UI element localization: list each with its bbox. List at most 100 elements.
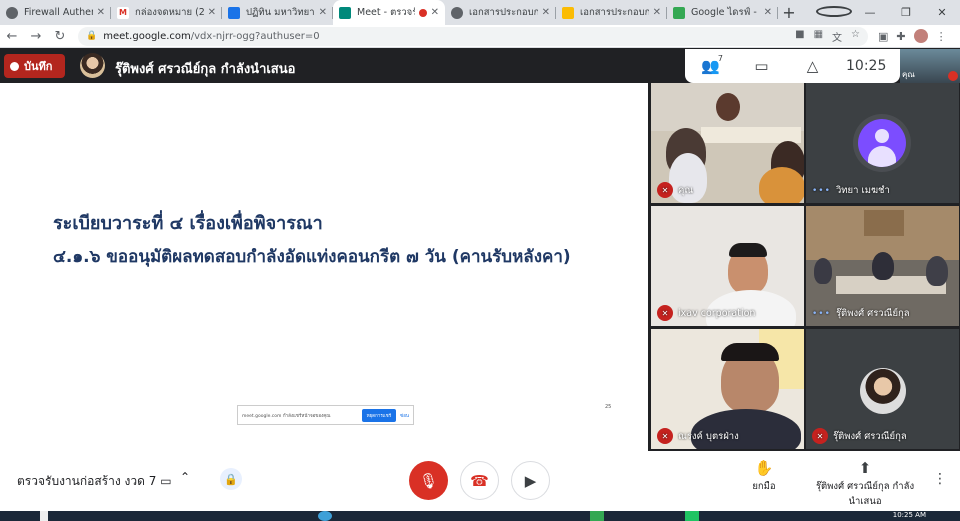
chevron-up-icon[interactable]: ⌃ — [180, 470, 190, 484]
extensions-area: ▣ ✚ ⋮ — [878, 29, 947, 43]
participant-count: 7 — [717, 54, 723, 63]
raise-hand-button[interactable]: ✋ ยกมือ — [748, 459, 780, 494]
qr-code-icon[interactable]: ▦ — [814, 29, 823, 44]
chat-icon: ▭ — [754, 57, 769, 75]
camera-in-use-icon[interactable]: ■ — [795, 29, 804, 44]
profile-avatar[interactable] — [913, 29, 928, 43]
tab-doc-1[interactable]: เอกสารประกอบการป ✕ — [445, 0, 556, 25]
participant-avatar — [853, 114, 911, 172]
drive-icon — [562, 6, 574, 19]
screen-share-bar: meet.google.com กำลังแชร์หน้าจอของคุณ หย… — [237, 405, 414, 425]
camera-icon: ▶ — [524, 471, 537, 490]
close-tab-icon[interactable]: ✕ — [653, 7, 661, 18]
leave-call-button[interactable]: ☎ — [460, 461, 499, 500]
recording-label: บันทึก — [24, 60, 53, 73]
tab-firewall[interactable]: Firewall Authenticati ✕ — [0, 0, 111, 25]
close-tab-icon[interactable]: ✕ — [319, 7, 327, 18]
participant-tile[interactable]: ✕ ixav corporation — [651, 206, 804, 326]
self-view-label: คุณ — [902, 70, 915, 79]
chat-button[interactable]: ▭ — [736, 57, 787, 75]
reload-icon[interactable]: ↻ — [48, 29, 72, 44]
meeting-title-button[interactable]: ตรวจรับงานก่อสร้าง งวด 7 ▭ — [17, 472, 172, 491]
participant-tile[interactable]: ••• วิทยา เมฆชำ — [806, 83, 959, 203]
taskbar-app-icon[interactable] — [318, 511, 332, 521]
muted-mic-icon: ✕ — [657, 182, 673, 198]
participant-tile[interactable]: ••• รุ๊ติพงศ์ ศรวณีย์กุล — [806, 206, 959, 326]
presentation-screen: ระเบียบวาระที่ ๔ เรื่องเพื่อพิจารณา ๔.๑.… — [0, 83, 648, 451]
participant-name: วิทยา เมฆชำ — [835, 185, 890, 196]
drive-icon — [673, 6, 685, 19]
close-tab-icon[interactable]: ✕ — [97, 7, 105, 18]
captions-icon: ▭ — [160, 474, 172, 488]
participant-name: รุ๊ติพงศ์ ศรวณีย์กุล — [833, 430, 907, 442]
recording-button[interactable]: บันทึก — [4, 54, 65, 78]
mic-off-icon: 🎙 — [418, 471, 439, 490]
participant-name: ixav corporation — [678, 307, 756, 319]
tab-meet[interactable]: Meet - ตรวจรั ✕ — [333, 0, 445, 25]
presenter-button[interactable]: ⬆ รุ๊ติพงศ์ ศรวณีย์กุล กำลังนำเสนอ — [812, 459, 918, 509]
tab-gmail[interactable]: M กล่องจดหมาย (2,00 ✕ — [111, 0, 222, 25]
browser-toolbar: ← → ↻ 🔒 meet.google.com/vdx-njrr-ogg?aut… — [0, 25, 960, 48]
start-icon[interactable] — [40, 511, 48, 521]
speaking-indicator-icon: ••• — [812, 185, 831, 196]
taskbar-app-icon[interactable] — [590, 511, 604, 521]
recording-indicator-icon — [418, 8, 427, 17]
translate-icon[interactable]: 文 — [832, 29, 842, 44]
presenter-label: รุ๊ติพงศ์ ศรวณีย์กุล กำลังนำเสนอ — [815, 481, 915, 507]
participant-tile[interactable]: ✕ ณรงค์ บุตรฝ่าง — [651, 329, 804, 449]
self-view-thumbnail[interactable]: คุณ — [900, 49, 960, 83]
raise-hand-label: ยกมือ — [752, 481, 776, 492]
tab-drive[interactable]: Google ไดรฟ์ - ทั้ ✕ — [667, 0, 778, 25]
menu-kebab-icon[interactable]: ⋮ — [936, 30, 947, 43]
record-dot-icon — [10, 61, 19, 71]
muted-mic-icon: ✕ — [657, 428, 673, 444]
gmail-icon: M — [117, 6, 129, 19]
people-button[interactable]: 👥 7 — [685, 54, 736, 75]
participant-avatar — [860, 368, 906, 414]
muted-mic-icon: ✕ — [657, 305, 673, 321]
meet-icon — [339, 6, 351, 19]
participant-name: ณรงค์ บุตรฝ่าง — [678, 430, 739, 442]
share-bar-text: meet.google.com กำลังแชร์หน้าจอของคุณ — [242, 413, 331, 419]
close-window-button[interactable]: ✕ — [924, 6, 960, 19]
tab-doc-2[interactable]: เอกสารประกอบการป ✕ — [556, 0, 667, 25]
back-arrow-icon[interactable]: ← — [0, 29, 24, 44]
hang-up-icon: ☎ — [470, 471, 489, 490]
camera-toggle-button[interactable]: ▶ — [511, 461, 550, 500]
activities-icon: △ — [806, 57, 819, 75]
stop-sharing-button[interactable]: หยุดการแชร์ — [361, 408, 397, 422]
hide-share-bar-button[interactable]: ซ่อน — [400, 412, 409, 419]
lock-icon[interactable]: 🔒 — [86, 31, 97, 41]
participant-tile[interactable]: ✕ รุ๊ติพงศ์ ศรวณีย์กุล — [806, 329, 959, 449]
close-tab-icon[interactable]: ✕ — [208, 7, 216, 18]
participant-tile-self[interactable]: ✕ คุณ — [651, 83, 804, 203]
tab-calendar[interactable]: ปฏิทิน มหาวิทยาลัยฯ ✕ — [222, 0, 333, 25]
close-tab-icon[interactable]: ✕ — [764, 7, 772, 18]
tab-strip: Firewall Authenticati ✕ M กล่องจดหมาย (2… — [0, 0, 960, 25]
presenting-status: รุ๊ติพงศ์ ศรวณีย์กุล กำลังนำเสนอ — [115, 62, 296, 77]
screen: Firewall Authenticati ✕ M กล่องจดหมาย (2… — [0, 0, 960, 521]
participant-name: รุ๊ติพงศ์ ศรวณีย์กุล — [835, 308, 910, 319]
close-tab-icon[interactable]: ✕ — [542, 7, 550, 18]
slide-agenda-title: ระเบียบวาระที่ ๔ เรื่องเพื่อพิจารณา — [53, 213, 323, 234]
slide-agenda-item: ๔.๑.๖ ขออนุมัติผลทดสอบกำลังอัดแท่งคอนกรี… — [53, 247, 571, 267]
forward-arrow-icon[interactable]: → — [24, 29, 48, 44]
host-controls-icon[interactable]: 🔒 — [220, 468, 242, 490]
tab-search-icon[interactable] — [816, 5, 852, 20]
address-bar[interactable]: 🔒 meet.google.com/vdx-njrr-ogg?authuser=… — [78, 26, 868, 46]
more-options-icon[interactable]: ⋮ — [933, 471, 947, 487]
maximize-button[interactable]: ❐ — [888, 6, 924, 19]
microphone-toggle-button[interactable]: 🎙 — [409, 461, 448, 500]
taskbar-app-icon[interactable] — [685, 511, 699, 521]
new-tab-button[interactable]: + — [778, 0, 800, 25]
muted-mic-icon — [948, 71, 958, 81]
extension-icon[interactable]: ▣ — [878, 30, 888, 43]
muted-mic-icon: ✕ — [812, 428, 828, 444]
slide-page-number: 25 — [605, 404, 612, 410]
close-tab-icon[interactable]: ✕ — [431, 7, 439, 18]
minimize-button[interactable]: — — [852, 6, 888, 19]
activities-button[interactable]: △ — [787, 57, 838, 75]
puzzle-icon[interactable]: ✚ — [896, 30, 905, 43]
bookmark-star-icon[interactable]: ☆ — [851, 29, 860, 44]
meeting-title: ตรวจรับงานก่อสร้าง งวด 7 — [17, 474, 157, 488]
